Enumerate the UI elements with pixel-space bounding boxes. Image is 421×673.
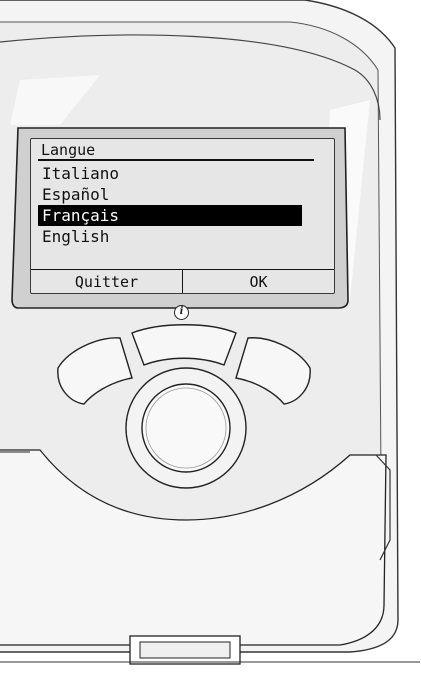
language-item-francais[interactable]: Français: [38, 205, 302, 226]
right-softkey-button[interactable]: [236, 338, 312, 404]
screen-title: Langue: [41, 141, 96, 159]
info-icon: i: [174, 305, 189, 320]
left-softkey-button[interactable]: [58, 338, 134, 404]
ok-softkey[interactable]: OK: [183, 273, 334, 291]
title-divider: [38, 159, 314, 161]
language-item-espanol[interactable]: Español: [38, 184, 302, 205]
info-button[interactable]: [134, 324, 236, 364]
language-item-english[interactable]: English: [38, 226, 302, 247]
quit-softkey[interactable]: Quitter: [31, 273, 182, 291]
language-item-italiano[interactable]: Italiano: [38, 163, 302, 184]
device: Langue Italiano Español Français English…: [0, 0, 421, 673]
language-list: Italiano Español Français English: [38, 163, 302, 247]
lcd-screen: Langue Italiano Español Français English…: [30, 138, 335, 294]
center-select-button[interactable]: [142, 384, 230, 472]
